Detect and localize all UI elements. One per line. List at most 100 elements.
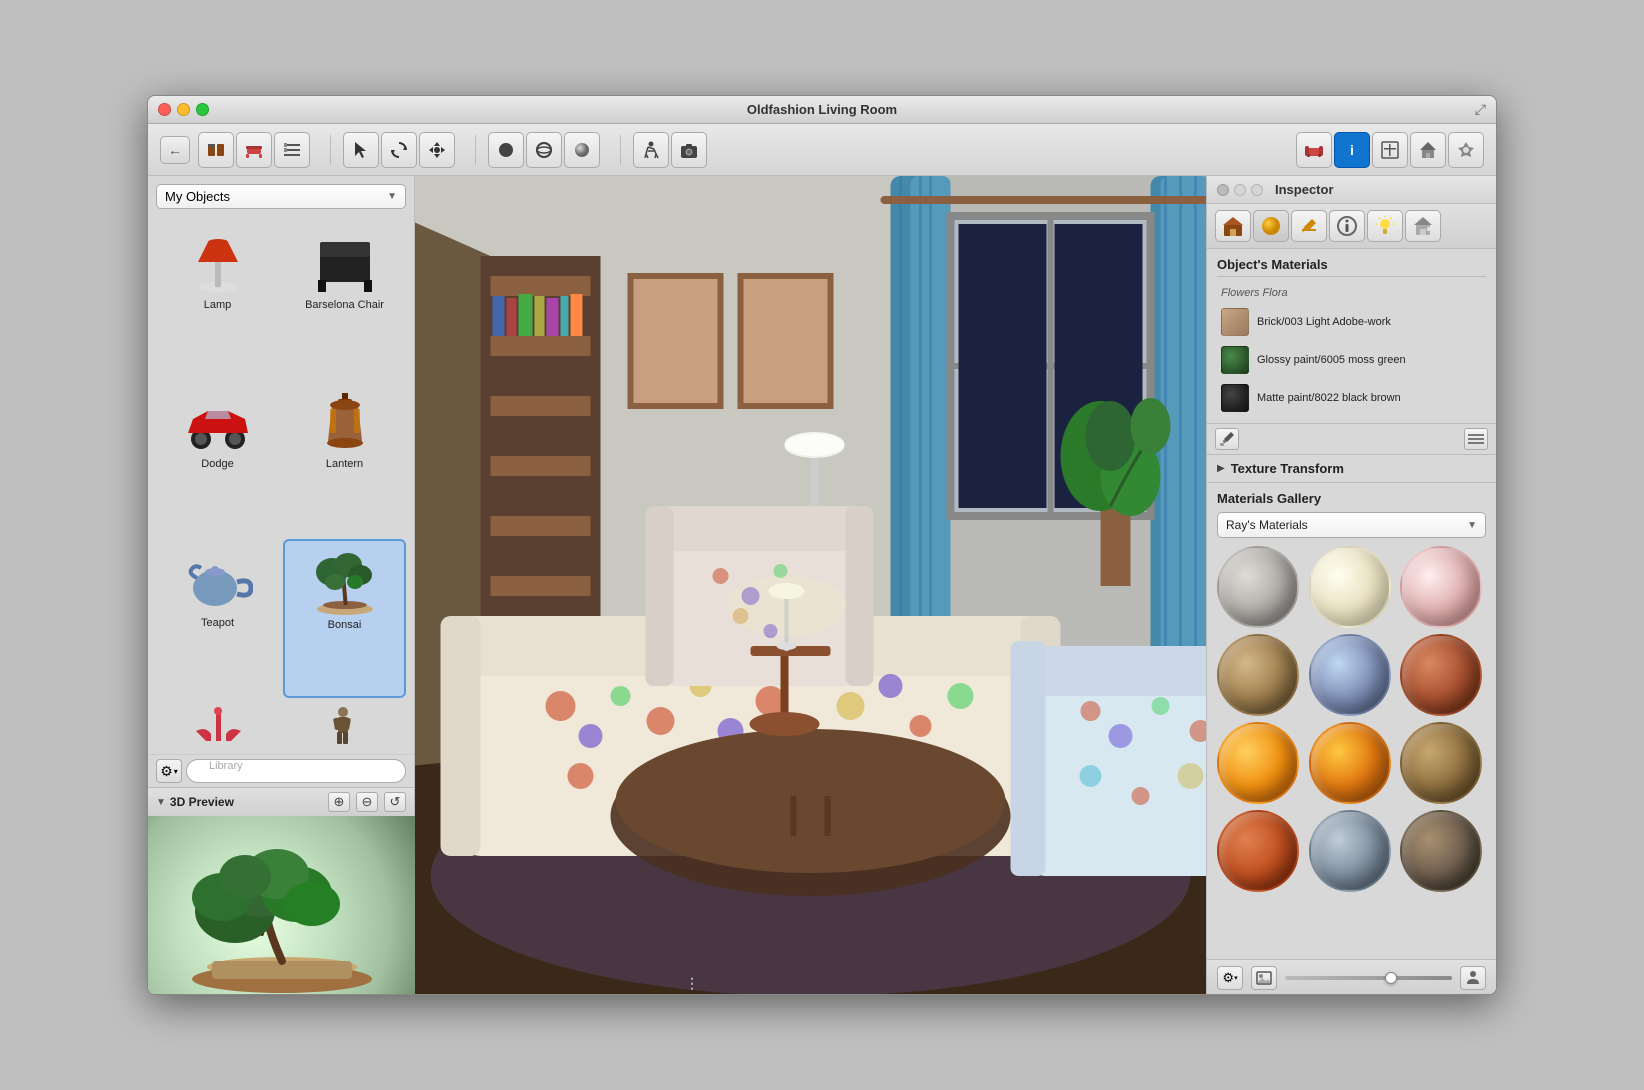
object-item-chair[interactable]: Barselona Chair [283, 221, 406, 376]
light-tab-icon [1374, 215, 1396, 237]
brick-name: Brick/003 Light Adobe-work [1257, 315, 1391, 329]
close-button[interactable] [158, 103, 171, 116]
objects-icon [206, 140, 226, 160]
preview-header[interactable]: ▼ 3D Preview ⊕ ⊖ ↺ [148, 788, 414, 816]
layout-icon [1380, 140, 1400, 160]
eyedropper-button[interactable] [1215, 428, 1239, 450]
right-tools: i [1296, 132, 1484, 168]
select-tool[interactable] [343, 132, 379, 168]
materials-section-title: Object's Materials [1217, 257, 1486, 277]
tab-edit[interactable] [1291, 210, 1327, 242]
material-item-matte[interactable]: Matte paint/8022 black brown [1217, 381, 1486, 415]
car-icon [178, 386, 258, 456]
sphere-6[interactable] [1400, 634, 1482, 716]
teapot-icon [178, 545, 258, 615]
sphere-5[interactable] [1309, 634, 1391, 716]
settings-btn[interactable] [1448, 132, 1484, 168]
render-solid[interactable] [488, 132, 524, 168]
tab-materials[interactable] [1253, 210, 1289, 242]
furniture-button[interactable] [236, 132, 272, 168]
zoom-in-button[interactable]: ⊕ [328, 792, 350, 812]
material-list: Flowers Flora Brick/003 Light Adobe-work… [1217, 285, 1486, 415]
list-button[interactable] [274, 132, 310, 168]
sphere-8[interactable] [1309, 722, 1391, 804]
settings-icon [1456, 140, 1476, 160]
room-svg [415, 176, 1206, 995]
chair-label: Barselona Chair [305, 299, 384, 311]
matte-swatch [1221, 384, 1249, 412]
material-item-glossy[interactable]: Glossy paint/6005 moss green [1217, 343, 1486, 377]
gallery-dropdown-arrow: ▼ [1467, 520, 1477, 531]
slider-thumb[interactable] [1385, 972, 1397, 984]
room-3d-view[interactable]: ⋮ [415, 176, 1206, 995]
texture-transform-section: ▶ Texture Transform [1207, 455, 1496, 483]
cursor-icon [351, 140, 371, 160]
tab-info[interactable] [1329, 210, 1365, 242]
inspector-dot-2[interactable] [1234, 184, 1246, 196]
photo-tool[interactable] [671, 132, 707, 168]
tab-house[interactable] [1215, 210, 1251, 242]
inspector-person-button[interactable] [1460, 966, 1486, 990]
objects-materials-section: Object's Materials Flowers Flora Brick/0… [1207, 249, 1496, 423]
sphere-12[interactable] [1400, 810, 1482, 892]
move-tool[interactable] [419, 132, 455, 168]
sphere-3[interactable] [1400, 546, 1482, 628]
render-textured[interactable] [564, 132, 600, 168]
object-item-teapot[interactable]: Teapot [156, 539, 279, 698]
center-view: ⋮ [415, 176, 1206, 995]
toolbar-sep-3 [620, 135, 621, 165]
maximize-button[interactable] [196, 103, 209, 116]
inspector-dot-1[interactable] [1217, 184, 1229, 196]
gear-button[interactable]: ⚙ ▾ [156, 759, 182, 783]
layout-btn[interactable] [1372, 132, 1408, 168]
texture-transform-title: Texture Transform [1231, 461, 1344, 476]
search-input[interactable]: Library [186, 759, 406, 783]
inspector-picture-button[interactable] [1251, 966, 1277, 990]
render-wire[interactable] [526, 132, 562, 168]
sphere-4[interactable] [1217, 634, 1299, 716]
object-item-dodge[interactable]: Dodge [156, 380, 279, 535]
inspector-gear-icon: ⚙ [1222, 970, 1234, 986]
menu-lines-button[interactable] [1464, 428, 1488, 450]
object-item-lamp[interactable]: Lamp [156, 221, 279, 376]
eyedropper-icon [1219, 431, 1235, 447]
sphere-7[interactable] [1217, 722, 1299, 804]
material-item-brick[interactable]: Brick/003 Light Adobe-work [1217, 305, 1486, 339]
sphere-1[interactable] [1217, 546, 1299, 628]
objects-dropdown[interactable]: My Objects ▼ [156, 184, 406, 209]
house-icon [1418, 140, 1438, 160]
object-item-lantern[interactable]: Lantern [283, 380, 406, 535]
walk-tool[interactable] [633, 132, 669, 168]
furniture-icon [244, 140, 264, 160]
zoom-out-button[interactable]: ⊖ [356, 792, 378, 812]
info-btn[interactable]: i [1334, 132, 1370, 168]
rotate-button[interactable]: ↺ [384, 792, 406, 812]
partial-item-cactus[interactable] [156, 702, 281, 750]
objects-dropdown-label: My Objects [165, 189, 230, 204]
expand-icon[interactable]: ⤢ [1475, 101, 1486, 118]
inspector-dot-3[interactable] [1251, 184, 1263, 196]
search-wrapper: 🔍 Library [186, 759, 406, 783]
sphere-10[interactable] [1217, 810, 1299, 892]
rotate-tool[interactable] [381, 132, 417, 168]
person-icon [1465, 970, 1481, 986]
glossy-name: Glossy paint/6005 moss green [1257, 353, 1406, 367]
back-button[interactable]: ← [160, 136, 190, 164]
objects-button[interactable] [198, 132, 234, 168]
object-item-bonsai[interactable]: Bonsai [283, 539, 406, 698]
sphere-11[interactable] [1309, 810, 1391, 892]
sphere-2[interactable] [1309, 546, 1391, 628]
bonsai-icon [305, 547, 385, 617]
gallery-dropdown-label: Ray's Materials [1226, 518, 1308, 532]
tab-light[interactable] [1367, 210, 1403, 242]
gallery-dropdown[interactable]: Ray's Materials ▼ [1217, 512, 1486, 538]
furniture-icon-btn[interactable] [1296, 132, 1332, 168]
materials-toolbar [1207, 423, 1496, 455]
house-btn[interactable] [1410, 132, 1446, 168]
tab-home[interactable] [1405, 210, 1441, 242]
sphere-9[interactable] [1400, 722, 1482, 804]
inspector-gear-button[interactable]: ⚙ ▾ [1217, 966, 1243, 990]
texture-transform-header[interactable]: ▶ Texture Transform [1217, 461, 1486, 476]
partial-item-figure[interactable] [281, 702, 406, 750]
minimize-button[interactable] [177, 103, 190, 116]
